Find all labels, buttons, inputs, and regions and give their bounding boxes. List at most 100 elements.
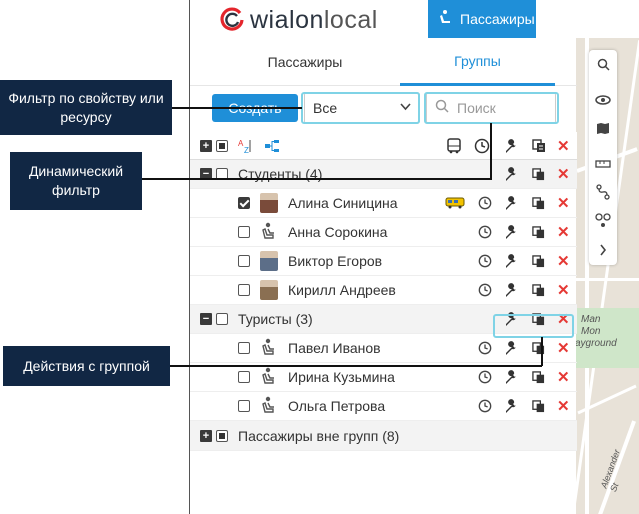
filter-highlight [301,92,420,124]
hierarchy-icon[interactable] [264,132,280,159]
group-checkbox[interactable] [216,429,228,442]
delete-icon[interactable]: ✕ [557,334,570,362]
passenger-icon [260,338,278,359]
wrench-icon[interactable] [504,276,518,304]
wrench-icon[interactable] [504,132,518,159]
group-checkbox[interactable] [216,313,228,325]
group-name: Студенты (4) [238,166,323,182]
passengers-panel: wialonlocal Пассажиры Пассажиры Группы С… [189,0,577,514]
logo-text: wialonlocal [250,5,378,34]
copy-icon[interactable] [532,334,545,362]
app-tab-passengers[interactable]: Пассажиры [428,0,536,38]
ruler-icon[interactable] [589,150,617,178]
copy-icon[interactable] [532,247,545,275]
item-checkbox[interactable] [238,342,250,354]
wialon-logo[interactable]: wialonlocal [218,6,378,34]
collapse-icon[interactable]: − [200,313,212,325]
list-item[interactable]: Ольга Петрова ✕ [190,392,577,421]
wrench-icon[interactable] [504,334,518,362]
eye-icon[interactable] [589,86,617,114]
list-item[interactable]: Кирилл Андреев ✕ [190,276,577,305]
wrench-icon[interactable] [504,247,518,275]
delete-icon[interactable]: ✕ [557,363,570,391]
app-tab-label: Пассажиры [460,11,535,27]
expand-icon[interactable]: + [200,429,212,442]
delete-icon[interactable]: ✕ [557,218,570,246]
delete-icon[interactable]: ✕ [557,247,570,275]
item-checkbox[interactable] [238,400,250,412]
avatar [260,280,278,300]
tab-passengers[interactable]: Пассажиры [220,38,390,86]
delete-icon[interactable]: ✕ [557,160,570,188]
list-toolbar: + AZ ✕ [190,132,577,160]
group-name: Туристы (3) [238,311,313,327]
copy-icon[interactable] [532,276,545,304]
delete-icon[interactable]: ✕ [557,392,570,420]
copy-group-icon[interactable] [532,132,546,159]
map-label-2: Mon [581,326,601,337]
list-item[interactable]: Виктор Егоров ✕ [190,247,577,276]
expand-all-icon[interactable]: + [200,139,212,152]
delete-icon[interactable]: ✕ [557,132,570,159]
item-checkbox[interactable] [238,255,250,267]
copy-icon[interactable] [532,189,545,217]
item-checkbox[interactable] [238,226,250,238]
clock-icon[interactable] [478,392,492,420]
bus-icon[interactable] [446,132,462,159]
passenger-name: Анна Сорокина [288,224,388,240]
callout-filter-line [172,107,302,109]
map-layers-icon[interactable] [589,114,617,142]
bus-badge-icon [445,189,465,217]
passenger-seat-icon [438,9,454,30]
avatar [260,193,278,213]
clock-icon[interactable] [478,247,492,275]
clock-icon[interactable] [478,334,492,362]
list-item[interactable]: Павел Иванов ✕ [190,334,577,363]
callout-dynamic: Динамический фильтр [10,152,142,210]
map-label-1: Man [581,314,601,325]
sort-az-icon[interactable]: AZ [238,132,254,159]
route-icon[interactable] [589,178,617,206]
copy-icon[interactable] [532,160,545,188]
clock-icon[interactable] [478,363,492,391]
callout-dynamic-line-v [490,123,492,179]
passenger-name: Ольга Петрова [288,398,386,414]
clock-icon[interactable] [474,132,490,159]
passenger-name: Павел Иванов [288,340,381,356]
item-checkbox[interactable] [238,371,250,383]
passenger-name: Кирилл Андреев [288,282,396,298]
search-highlight [424,92,559,124]
clock-icon[interactable] [478,189,492,217]
callout-actions-line-h [170,365,542,367]
map-search-icon[interactable] [589,50,617,78]
tab-groups[interactable]: Группы [400,38,555,86]
wrench-icon[interactable] [504,189,518,217]
copy-icon[interactable] [532,392,545,420]
geofence-icon[interactable] [589,206,617,234]
delete-icon[interactable]: ✕ [557,189,570,217]
list-item[interactable]: Ирина Кузьмина ✕ [190,363,577,392]
svg-text:Z: Z [244,146,249,154]
chevron-right-icon[interactable] [589,236,617,264]
list-item[interactable]: Анна Сорокина ✕ [190,218,577,247]
select-all-checkbox[interactable] [216,139,228,152]
list-item[interactable]: Алина Синицина ✕ [190,189,577,218]
wrench-icon[interactable] [504,160,518,188]
group-name: Пассажиры вне групп (8) [238,427,400,444]
clock-icon[interactable] [478,218,492,246]
item-checkbox[interactable] [238,197,250,209]
delete-icon[interactable]: ✕ [557,276,570,304]
avatar [260,251,278,271]
passenger-icon [260,367,278,388]
wrench-icon[interactable] [504,363,518,391]
wrench-icon[interactable] [504,218,518,246]
copy-icon[interactable] [532,218,545,246]
item-checkbox[interactable] [238,284,250,296]
group-row[interactable]: + Пассажиры вне групп (8) [190,421,577,451]
groups-list: + AZ ✕ − Студенты (4) ✕ Алина Синицина ✕ Анна [190,132,577,451]
clock-icon[interactable] [478,276,492,304]
logo-icon [220,7,244,31]
group-row[interactable]: − Студенты (4) ✕ [190,160,577,189]
copy-icon[interactable] [532,363,545,391]
wrench-icon[interactable] [504,392,518,420]
